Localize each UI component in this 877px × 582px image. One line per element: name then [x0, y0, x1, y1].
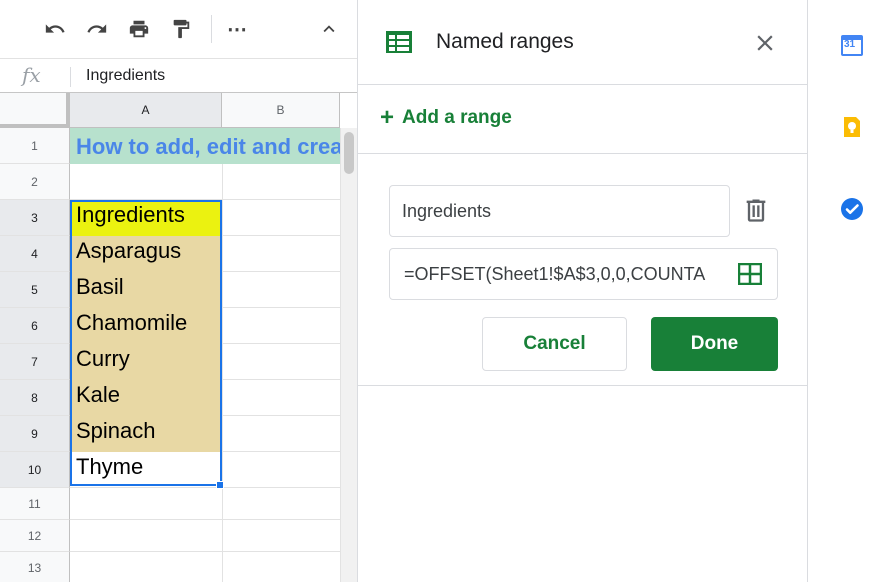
spreadsheet-grid: A B 1 2 3 4 5 6 7 8 9 10 11 12 13 How to…	[0, 93, 357, 582]
panel-title: Named ranges	[436, 30, 574, 53]
panel-header: Named ranges	[358, 0, 807, 85]
gridline	[70, 551, 340, 552]
calendar-date: 31	[844, 39, 856, 50]
keep-icon[interactable]	[840, 115, 864, 139]
row-header[interactable]: 8	[0, 380, 70, 416]
close-icon[interactable]	[752, 30, 778, 56]
toolbar: ⋯	[0, 0, 357, 58]
formula-separator	[70, 67, 71, 87]
add-range-section: + Add a range	[358, 85, 807, 154]
row-header[interactable]: 9	[0, 416, 70, 452]
redo-icon[interactable]	[82, 14, 112, 44]
fx-icon: fx	[22, 63, 41, 87]
formula-bar: fx Ingredients	[0, 58, 357, 93]
row-header[interactable]: 4	[0, 236, 70, 272]
row-header[interactable]: 7	[0, 344, 70, 380]
done-button[interactable]: Done	[651, 317, 778, 371]
cell-a5[interactable]: Basil	[76, 274, 124, 300]
chevron-up-icon[interactable]	[314, 14, 344, 44]
gridline	[70, 519, 340, 520]
select-all-corner[interactable]	[0, 93, 70, 128]
scrollbar-thumb[interactable]	[344, 132, 354, 174]
sheets-grid-icon	[386, 31, 412, 53]
column-header-b[interactable]: B	[222, 93, 340, 128]
row-header[interactable]: 3	[0, 200, 70, 236]
named-ranges-panel: Named ranges + Add a range Cancel Done	[357, 0, 808, 582]
tasks-icon[interactable]	[840, 197, 864, 221]
gridline	[70, 487, 340, 488]
row-header[interactable]: 12	[0, 520, 70, 552]
cancel-button[interactable]: Cancel	[482, 317, 627, 371]
column-header-a[interactable]: A	[70, 93, 222, 128]
gridline	[222, 128, 223, 582]
row-header[interactable]: 6	[0, 308, 70, 344]
trash-icon[interactable]	[742, 195, 770, 225]
row-header[interactable]: 13	[0, 552, 70, 582]
cell-a9[interactable]: Spinach	[76, 418, 156, 444]
select-data-range-icon[interactable]	[738, 263, 762, 285]
plus-icon: +	[380, 104, 395, 131]
cell-a10[interactable]: Thyme	[76, 454, 143, 480]
vertical-scrollbar[interactable]	[340, 128, 357, 582]
cell-a3[interactable]: Ingredients	[76, 202, 185, 228]
cell-a7[interactable]: Curry	[76, 346, 130, 372]
cell-a8[interactable]: Kale	[76, 382, 120, 408]
row-header[interactable]: 10	[0, 452, 70, 488]
formula-input[interactable]: Ingredients	[86, 67, 165, 85]
range-name-input[interactable]	[389, 185, 730, 237]
range-formula-input[interactable]	[390, 249, 720, 299]
print-icon[interactable]	[124, 14, 154, 44]
paint-format-icon[interactable]	[166, 14, 196, 44]
row-header[interactable]: 1	[0, 128, 70, 164]
add-range-label: Add a range	[402, 107, 512, 128]
range-editor: Cancel Done	[358, 154, 807, 386]
range-formula-field	[389, 248, 778, 300]
undo-icon[interactable]	[40, 14, 70, 44]
more-icon[interactable]: ⋯	[222, 14, 252, 44]
cell-a4[interactable]: Asparagus	[76, 238, 181, 264]
cell-a6[interactable]: Chamomile	[76, 310, 187, 336]
row-header[interactable]: 2	[0, 164, 70, 200]
fill-handle[interactable]	[216, 481, 224, 489]
title-cell[interactable]: How to add, edit and create named ranges	[70, 128, 340, 164]
side-panel-bar: 31	[808, 0, 877, 582]
row-header[interactable]: 5	[0, 272, 70, 308]
add-range-button[interactable]: + Add a range	[380, 106, 512, 130]
toolbar-separator	[211, 15, 212, 43]
title-text: How to add, edit and create named ranges	[76, 134, 340, 159]
row-header[interactable]: 11	[0, 488, 70, 520]
